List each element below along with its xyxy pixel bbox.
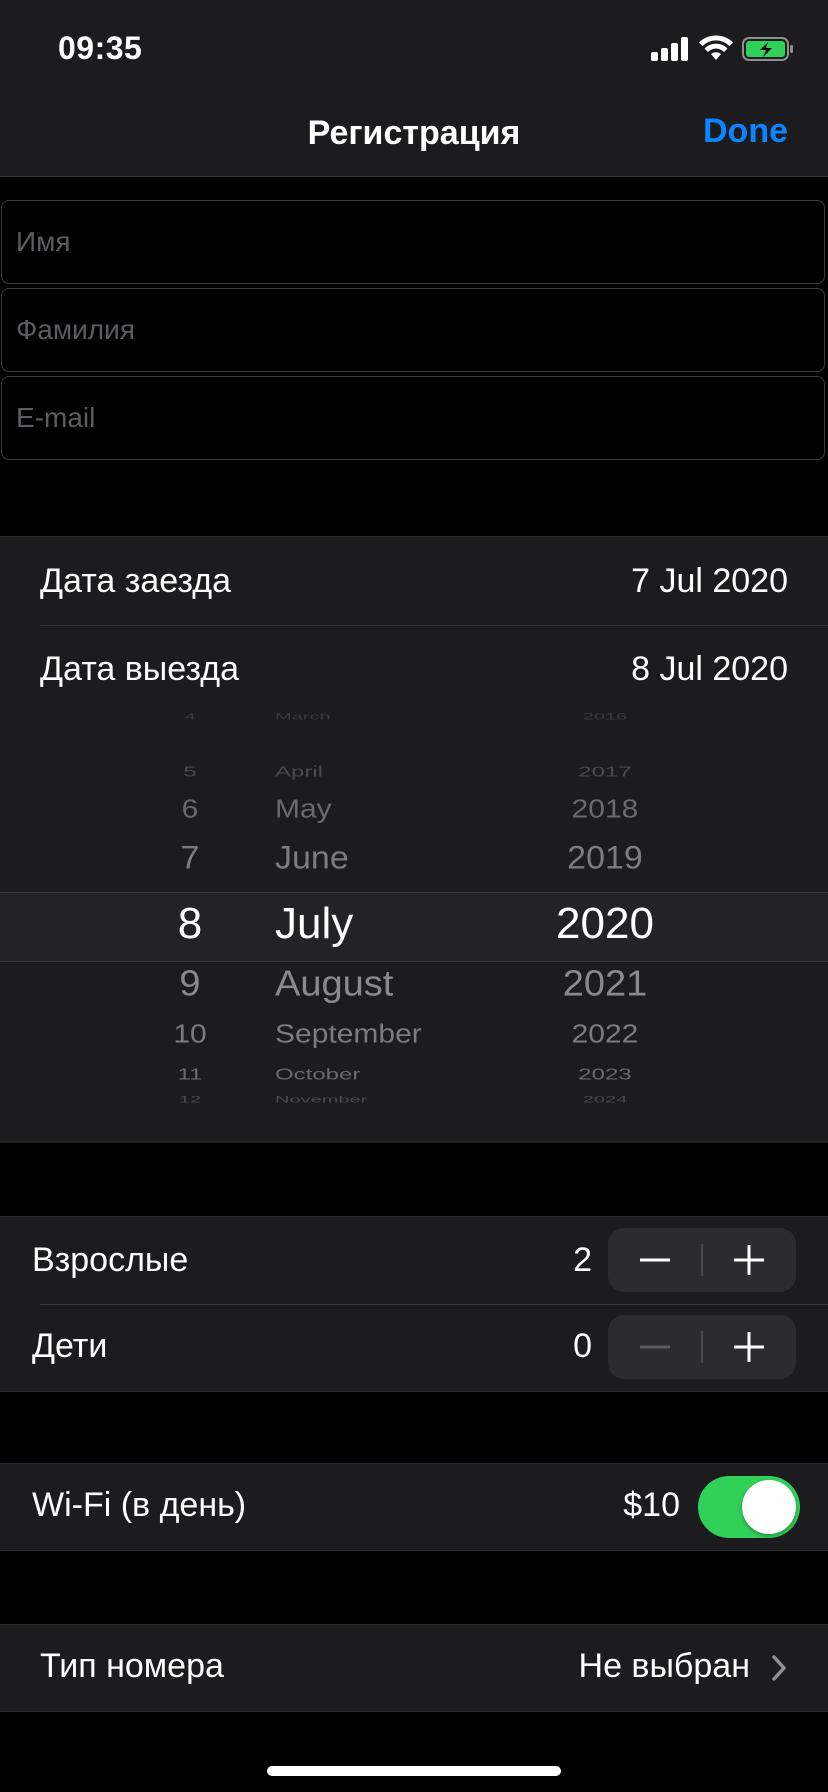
picker-day-item[interactable]: 11 xyxy=(178,1066,203,1084)
adults-label: Взрослые xyxy=(32,1241,189,1279)
done-button[interactable]: Done xyxy=(703,112,788,151)
wifi-section: Wi-Fi (в день) $10 xyxy=(0,1463,828,1551)
guests-section: Взрослые 2 Дети 0 xyxy=(0,1216,828,1392)
email-field[interactable] xyxy=(1,376,825,460)
picker-day-item[interactable]: 4 xyxy=(184,712,195,722)
adults-decrement-button[interactable] xyxy=(608,1228,702,1292)
checkout-value: 8 Jul 2020 xyxy=(631,650,788,688)
children-increment-button[interactable] xyxy=(702,1315,796,1379)
section-border xyxy=(0,1141,828,1142)
picker-month-item[interactable]: October xyxy=(275,1066,360,1084)
cellular-signal-icon xyxy=(651,37,691,61)
picker-year-item[interactable]: 2017 xyxy=(578,764,631,780)
chevron-right-icon xyxy=(772,1655,786,1681)
checkin-label: Дата заезда xyxy=(40,562,231,600)
plus-icon xyxy=(734,1245,764,1275)
date-picker[interactable]: 4 5 6 7 8 9 10 11 12 March April May June July August S… xyxy=(0,712,828,1142)
minus-icon xyxy=(640,1258,670,1262)
children-count: 0 xyxy=(573,1327,592,1365)
adults-row: Взрослые 2 xyxy=(0,1217,828,1304)
picker-month-item[interactable]: August xyxy=(275,964,393,1005)
room-type-label: Тип номера xyxy=(40,1647,224,1685)
picker-day-item[interactable]: 12 xyxy=(179,1095,201,1105)
room-type-row[interactable]: Тип номера Не выбран xyxy=(0,1625,828,1711)
first-name-field[interactable] xyxy=(1,200,825,284)
picker-month-item[interactable]: November xyxy=(275,1095,367,1105)
picker-day-item[interactable]: 6 xyxy=(182,795,199,823)
children-decrement-button[interactable] xyxy=(608,1315,702,1379)
picker-year-item[interactable]: 2023 xyxy=(578,1066,631,1084)
adults-count: 2 xyxy=(573,1241,592,1279)
picker-day-item[interactable]: 5 xyxy=(183,764,196,780)
last-name-input[interactable] xyxy=(2,289,824,371)
children-row: Дети 0 xyxy=(0,1305,828,1391)
picker-month-item[interactable]: June xyxy=(275,840,349,877)
first-name-input[interactable] xyxy=(2,201,824,283)
adults-stepper[interactable] xyxy=(608,1228,796,1292)
picker-year-item[interactable]: 2024 xyxy=(583,1095,628,1105)
status-bar: 09:35 xyxy=(0,0,828,94)
checkin-row[interactable]: Дата заезда 7 Jul 2020 xyxy=(0,537,828,625)
children-stepper[interactable] xyxy=(608,1315,796,1379)
navigation-bar: Регистрация Done xyxy=(0,94,828,177)
checkout-row[interactable]: Дата выезда 8 Jul 2020 xyxy=(0,626,828,713)
picker-day-item[interactable]: 9 xyxy=(179,964,200,1005)
home-indicator xyxy=(267,1766,561,1776)
picker-month-item[interactable]: March xyxy=(275,712,331,722)
picker-month-item[interactable]: July xyxy=(275,899,353,948)
wifi-toggle[interactable] xyxy=(698,1476,800,1538)
battery-charging-icon xyxy=(742,37,793,61)
wifi-price: $10 xyxy=(623,1486,680,1524)
picker-year-item[interactable]: 2021 xyxy=(563,964,648,1005)
picker-selection-band xyxy=(0,892,828,962)
picker-month-item[interactable]: April xyxy=(275,764,323,780)
picker-year-item[interactable]: 2018 xyxy=(572,795,639,823)
picker-day-item[interactable]: 10 xyxy=(173,1020,206,1048)
picker-year-item[interactable]: 2016 xyxy=(583,712,628,722)
email-input[interactable] xyxy=(2,377,824,459)
minus-icon xyxy=(640,1345,670,1349)
checkout-label: Дата выезда xyxy=(40,650,239,688)
picker-month-item[interactable]: September xyxy=(275,1020,422,1048)
children-label: Дети xyxy=(32,1327,108,1365)
status-time: 09:35 xyxy=(58,30,143,66)
checkin-value: 7 Jul 2020 xyxy=(631,562,788,600)
adults-increment-button[interactable] xyxy=(702,1228,796,1292)
picker-day-item[interactable]: 7 xyxy=(181,840,200,877)
picker-month-item[interactable]: May xyxy=(275,795,332,823)
wifi-label: Wi-Fi (в день) xyxy=(32,1486,247,1524)
picker-year-item[interactable]: 2022 xyxy=(572,1020,639,1048)
picker-year-item[interactable]: 2020 xyxy=(556,899,654,948)
picker-day-item[interactable]: 8 xyxy=(178,899,202,948)
wifi-icon xyxy=(699,35,733,60)
plus-icon xyxy=(734,1332,764,1362)
toggle-knob xyxy=(742,1480,796,1534)
last-name-field[interactable] xyxy=(1,288,825,372)
picker-year-item[interactable]: 2019 xyxy=(567,840,643,877)
room-type-section: Тип номера Не выбран xyxy=(0,1624,828,1712)
room-type-value: Не выбран xyxy=(578,1647,750,1685)
